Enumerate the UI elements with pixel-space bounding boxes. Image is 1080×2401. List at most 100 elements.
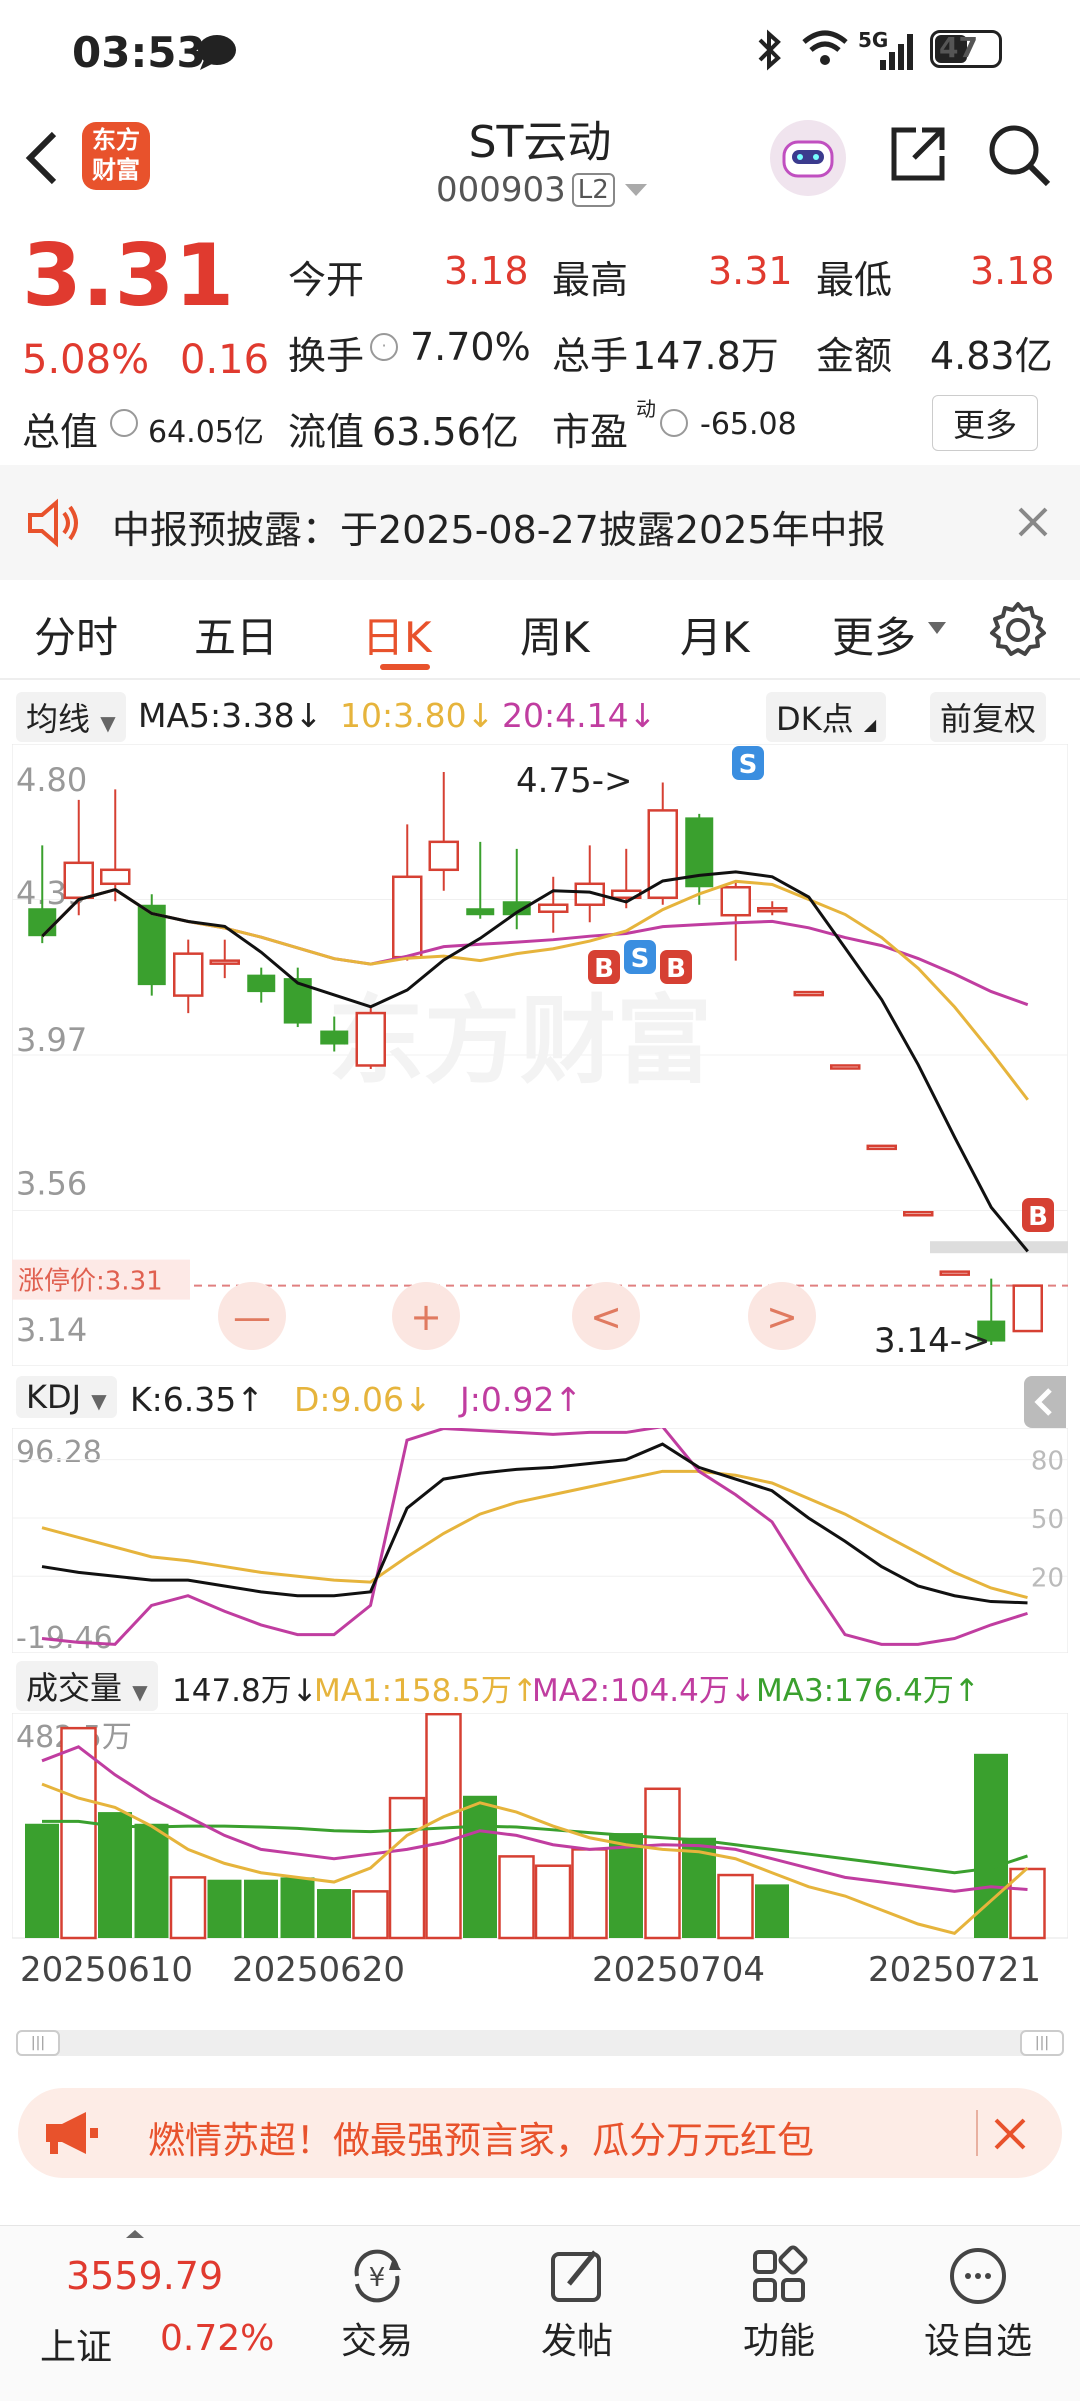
ma-selector-label: 均线	[26, 700, 91, 738]
index-name[interactable]: 上证	[40, 2318, 112, 2370]
index-change[interactable]: 0.72%	[160, 2318, 274, 2359]
pe-sup: 动	[636, 397, 656, 421]
range-highlight	[930, 1241, 1068, 1254]
tab-monthly-k[interactable]: 月K	[680, 604, 750, 665]
ma20-value: 20:4.14↓	[502, 696, 657, 735]
robot-icon	[782, 140, 834, 178]
candle-body	[1012, 1284, 1043, 1333]
nav-add-watchlist[interactable]: 设自选	[908, 2244, 1048, 2364]
y-axis-label: 3.14	[16, 1311, 87, 1349]
stock-code: 000903	[436, 170, 566, 210]
volume-bar	[498, 1855, 535, 1940]
nav-post-label: 发帖	[540, 2321, 613, 2362]
candle-body	[466, 908, 495, 916]
active-tab-indicator	[380, 664, 430, 670]
scroll-handle-right[interactable]: |||	[1020, 2030, 1064, 2056]
volume-bar	[571, 1848, 608, 1940]
pe-value: -65.08	[700, 407, 797, 442]
kline-chart[interactable]: 东方财富4.804.393.973.563.14涨停价:3.314.75->3.…	[12, 744, 1068, 1366]
chevron-down-icon[interactable]	[623, 180, 649, 200]
volume-bar	[60, 1726, 97, 1940]
info-icon[interactable]: ·	[370, 333, 398, 361]
nav-functions[interactable]: 功能	[720, 2244, 838, 2364]
nav-functions-label: 功能	[742, 2321, 815, 2362]
open-value: 3.18	[444, 249, 529, 293]
scroll-handle-left[interactable]: |||	[16, 2030, 60, 2056]
y-axis-label: 3.56	[16, 1164, 87, 1202]
trade-marker: B	[1028, 1202, 1048, 1232]
banner-divider	[976, 2110, 978, 2156]
candle-body	[247, 974, 276, 993]
turnover-label: 换手	[288, 334, 365, 378]
y-axis-label: 3.97	[16, 1021, 87, 1059]
low-price-marker: 3.14->	[874, 1321, 990, 1361]
speaker-icon	[28, 498, 78, 548]
promo-banner[interactable]: 燃情苏超！做最强预言家，瓜分万元红包	[18, 2088, 1062, 2178]
low-value: 3.18	[970, 249, 1055, 293]
volume-selector[interactable]: 成交量 ▼	[16, 1661, 158, 1711]
trade-yen-icon: ¥	[354, 2249, 401, 2303]
nav-trade[interactable]: ¥ 交易	[318, 2244, 436, 2364]
volume-bar	[388, 1796, 426, 1940]
trade-marker: S	[739, 750, 758, 780]
tab-daily-k[interactable]: 日K	[362, 604, 432, 665]
volume-bar	[25, 1823, 59, 1938]
candle-body	[793, 990, 824, 997]
open-label: 今开	[288, 258, 365, 302]
expand-up-icon[interactable]	[124, 2228, 146, 2240]
tab-more[interactable]: 更多	[832, 604, 916, 665]
volume-bar	[755, 1884, 789, 1938]
volume-bar	[280, 1877, 315, 1938]
notice-bar[interactable]: 中报预披露：于2025-08-27披露2025年中报	[0, 465, 1080, 580]
notice-text: 中报预披露：于2025-08-27披露2025年中报	[112, 508, 886, 552]
candle-body	[100, 868, 131, 886]
candle-body	[392, 875, 423, 959]
tab-five-day[interactable]: 五日	[194, 604, 278, 665]
candle-body	[757, 906, 788, 913]
chart-scrollbar[interactable]: ||| |||	[16, 2030, 1064, 2056]
back-icon[interactable]	[22, 128, 62, 188]
candle-body	[173, 952, 204, 997]
chevron-down-icon	[928, 622, 946, 634]
info-icon[interactable]	[660, 409, 688, 437]
zoom-control: >	[766, 1295, 798, 1339]
collapse-panel-button[interactable]	[1024, 1376, 1066, 1428]
volume-bar	[98, 1812, 132, 1938]
search-icon[interactable]	[986, 122, 1052, 188]
index-value[interactable]: 3559.79	[66, 2254, 223, 2298]
period-tabs: 分时 五日 日K 周K 月K 更多	[0, 580, 1080, 680]
nav-post[interactable]: 发帖	[518, 2244, 636, 2364]
level2-badge: L2	[571, 173, 615, 207]
kdj-k-value: K:6.35↑	[130, 1380, 264, 1419]
candle-body	[355, 1011, 386, 1067]
volume-ma1: MA1:158.5万↑	[314, 1673, 538, 1709]
tab-intraday[interactable]: 分时	[34, 604, 118, 665]
candle-body	[320, 1030, 349, 1045]
bottom-nav: 3559.79 上证 0.72% ¥ 交易 发帖 功能 设自选	[0, 2225, 1080, 2401]
ai-assistant-avatar[interactable]	[770, 120, 846, 196]
megaphone-icon	[46, 2112, 98, 2154]
current-price: 3.31	[22, 226, 235, 326]
volume-selector-label: 成交量	[26, 1669, 123, 1707]
ma-selector[interactable]: 均线 ▼	[16, 692, 126, 742]
tab-weekly-k[interactable]: 周K	[520, 604, 590, 665]
close-icon[interactable]	[1016, 505, 1050, 539]
volume-bar	[207, 1879, 242, 1938]
dk-point-button[interactable]: DK点 ◢	[766, 692, 887, 742]
chevron-left-icon	[1034, 1388, 1052, 1416]
total-cap-label: 总值	[22, 410, 99, 454]
share-icon[interactable]	[886, 122, 950, 186]
kdj-selector-label: KDJ	[26, 1378, 82, 1416]
close-icon[interactable]	[990, 2114, 1030, 2154]
adjust-button[interactable]: 前复权	[930, 692, 1047, 742]
signal-icon	[880, 34, 913, 70]
kdj-selector[interactable]: KDJ ▼	[16, 1376, 117, 1418]
candle-body	[720, 886, 751, 917]
wifi-icon	[802, 30, 848, 65]
gear-icon[interactable]	[988, 600, 1048, 660]
more-button[interactable]: 更多	[932, 395, 1039, 451]
info-icon[interactable]	[110, 409, 138, 437]
status-time: 03:53	[72, 28, 206, 77]
nav-trade-label: 交易	[340, 2321, 413, 2362]
date-axis-label: 20250610	[20, 1950, 193, 1990]
